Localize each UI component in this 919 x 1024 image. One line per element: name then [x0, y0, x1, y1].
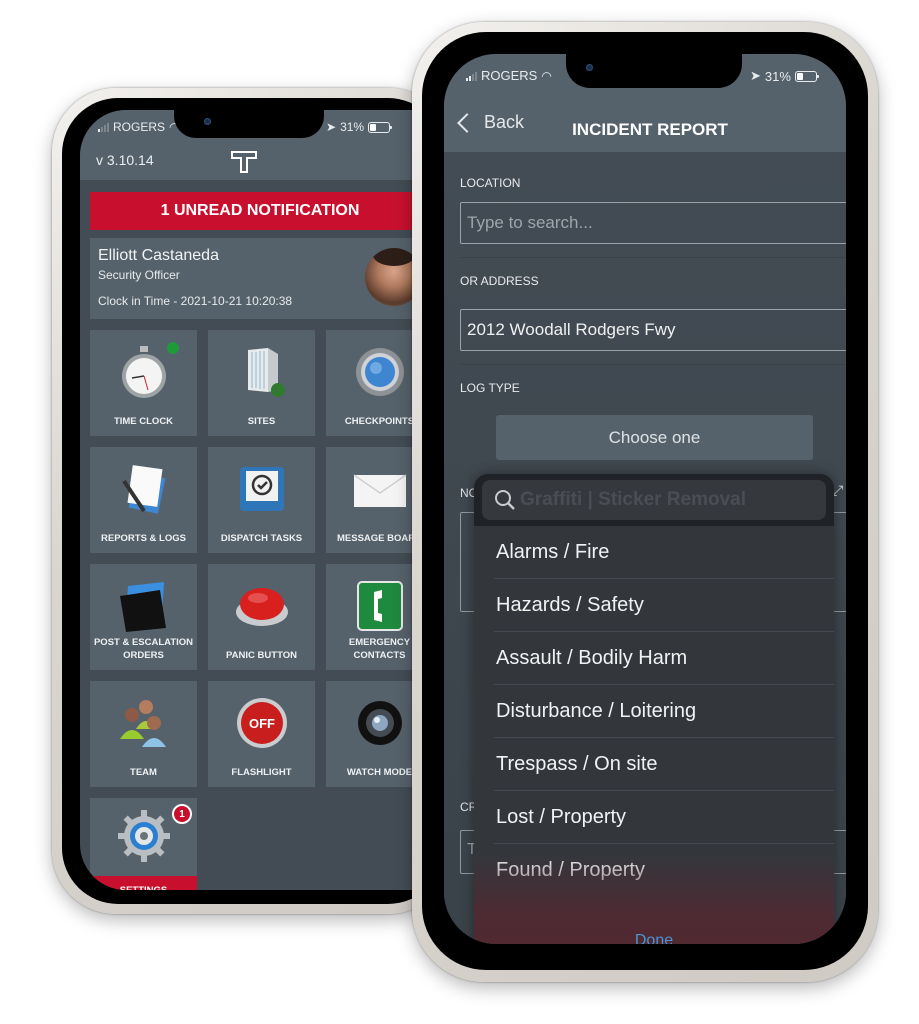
tile-label: TEAM	[130, 767, 157, 778]
task-tray-icon	[239, 467, 284, 511]
picker-search-placeholder: Graffiti | Sticker Removal	[520, 489, 747, 510]
online-status-dot	[167, 342, 179, 354]
divider	[460, 364, 846, 365]
tile-time-clock[interactable]: TIME CLOCK	[90, 330, 197, 436]
team-icon	[119, 700, 166, 747]
document-pen-icon	[121, 465, 165, 514]
settings-badge: 1	[172, 804, 192, 824]
left-phone-screen: ROGERS ◠ ➤ 31% v 3.10.14 1 UNREAD NOTIFI…	[80, 110, 444, 890]
incident-form: LOCATION Type to search... OR ADDRESS 20…	[444, 152, 846, 944]
location-arrow-icon: ➤	[326, 120, 337, 134]
location-label: LOCATION	[460, 176, 521, 190]
phone-sign-icon	[356, 581, 403, 631]
picker-option[interactable]: Alarms / Fire	[494, 526, 834, 579]
location-search-input[interactable]: Type to search...	[460, 202, 846, 244]
flashlight-off-icon: OFF	[236, 698, 287, 748]
right-phone-bezel: ROGERS ◠ ➤ 31% Back INCIDENT REPORT LOCA…	[422, 32, 868, 970]
log-type-picker: Graffiti | Sticker Removal Alarms / Fire…	[474, 474, 834, 944]
battery-icon	[794, 70, 819, 82]
log-type-label: LOG TYPE	[460, 381, 520, 395]
building-icon	[247, 348, 285, 397]
front-camera	[204, 118, 211, 125]
app-version: v 3.10.14	[96, 152, 154, 168]
camera-lens-icon	[357, 701, 402, 745]
signal-icon	[466, 71, 477, 81]
carrier: ROGERS ◠	[466, 68, 552, 83]
picker-option[interactable]: Trespass / On site	[494, 738, 834, 791]
checkpoint-orb-icon	[355, 348, 404, 396]
location-arrow-icon: ➤	[750, 68, 761, 83]
status-right: ➤ 31%	[750, 68, 819, 84]
tile-label: SETTINGS	[90, 876, 197, 890]
picker-option[interactable]: Lost / Property	[494, 791, 834, 844]
search-icon	[495, 490, 515, 510]
address-label: OR ADDRESS	[460, 274, 539, 288]
picker-search-input[interactable]: Graffiti | Sticker Removal	[482, 480, 826, 520]
nav-header: ROGERS ◠ ➤ 31% Back INCIDENT REPORT	[444, 54, 846, 152]
divider	[460, 257, 846, 258]
app-logo-icon	[231, 151, 257, 173]
tile-settings[interactable]: 1 SETTINGS	[90, 798, 197, 890]
user-name: Elliott Castaneda	[98, 247, 219, 264]
done-button[interactable]: Done	[474, 932, 834, 944]
picker-options: Alarms / Fire Hazards / Safety Assault /…	[494, 526, 834, 896]
picker-search-bar: Graffiti | Sticker Removal	[474, 474, 834, 526]
address-input[interactable]: 2012 Woodall Rodgers Fwy	[460, 309, 846, 351]
picker-option[interactable]: Hazards / Safety	[494, 579, 834, 632]
tile-label: REPORTS & LOGS	[101, 533, 186, 544]
carrier: ROGERS ◠	[98, 120, 180, 134]
wifi-icon: ◠	[541, 68, 552, 83]
tile-label: POST & ESCALATION ORDERS	[93, 637, 194, 661]
status-right: ➤ 31%	[326, 120, 393, 134]
tile-label: SITES	[247, 416, 276, 427]
unread-notification-banner[interactable]: 1 UNREAD NOTIFICATION	[90, 192, 430, 230]
tile-label: DISPATCH TASKS	[220, 533, 303, 544]
tile-sites[interactable]: SITES	[208, 330, 315, 436]
carrier-name: ROGERS	[113, 120, 166, 134]
picker-option[interactable]: Assault / Bodily Harm	[494, 632, 834, 685]
gear-icon	[117, 810, 170, 862]
right-phone-screen: ROGERS ◠ ➤ 31% Back INCIDENT REPORT LOCA…	[444, 54, 846, 944]
right-phone-frame: ROGERS ◠ ➤ 31% Back INCIDENT REPORT LOCA…	[412, 22, 878, 982]
carrier-name: ROGERS	[481, 68, 538, 83]
stopwatch-icon	[121, 346, 166, 398]
tile-label: FLASHLIGHT	[231, 767, 292, 778]
page-title: INCIDENT REPORT	[572, 120, 728, 139]
flashlight-off-text: OFF	[249, 716, 275, 731]
battery-percent: 31%	[340, 120, 365, 134]
tile-label: TIME CLOCK	[113, 416, 174, 427]
left-phone-frame: ROGERS ◠ ➤ 31% v 3.10.14 1 UNREAD NOTIFI…	[52, 88, 452, 914]
folder-icon	[119, 582, 166, 632]
picker-option[interactable]: Disturbance / Loitering	[494, 685, 834, 738]
picker-footer: Done	[474, 854, 834, 944]
tile-post-escalation-orders[interactable]: POST & ESCALATION ORDERS	[90, 564, 197, 670]
tile-dispatch-tasks[interactable]: DISPATCH TASKS	[208, 447, 315, 553]
envelope-icon	[353, 474, 406, 507]
battery-icon	[368, 121, 393, 133]
log-type-choose-button[interactable]: Choose one	[496, 415, 813, 460]
battery-percent: 31%	[764, 68, 791, 84]
tile-team[interactable]: TEAM	[90, 681, 197, 787]
signal-icon	[98, 122, 109, 132]
notch	[566, 54, 742, 88]
front-camera	[586, 64, 593, 71]
red-button-icon	[235, 588, 288, 626]
tile-flashlight[interactable]: OFF FLASHLIGHT	[208, 681, 315, 787]
tile-panic-button[interactable]: PANIC BUTTON	[208, 564, 315, 670]
clock-in-time: Clock in Time - 2021-10-21 10:20:38	[98, 294, 293, 308]
notch	[174, 110, 324, 138]
app-header: ROGERS ◠ ➤ 31% v 3.10.14	[80, 110, 444, 180]
user-card[interactable]: Elliott Castaneda Security Officer Clock…	[90, 238, 430, 319]
user-role: Security Officer	[98, 268, 180, 282]
tile-label: PANIC BUTTON	[226, 650, 297, 661]
left-phone-bezel: ROGERS ◠ ➤ 31% v 3.10.14 1 UNREAD NOTIFI…	[62, 98, 444, 904]
tile-reports-logs[interactable]: REPORTS & LOGS	[90, 447, 197, 553]
